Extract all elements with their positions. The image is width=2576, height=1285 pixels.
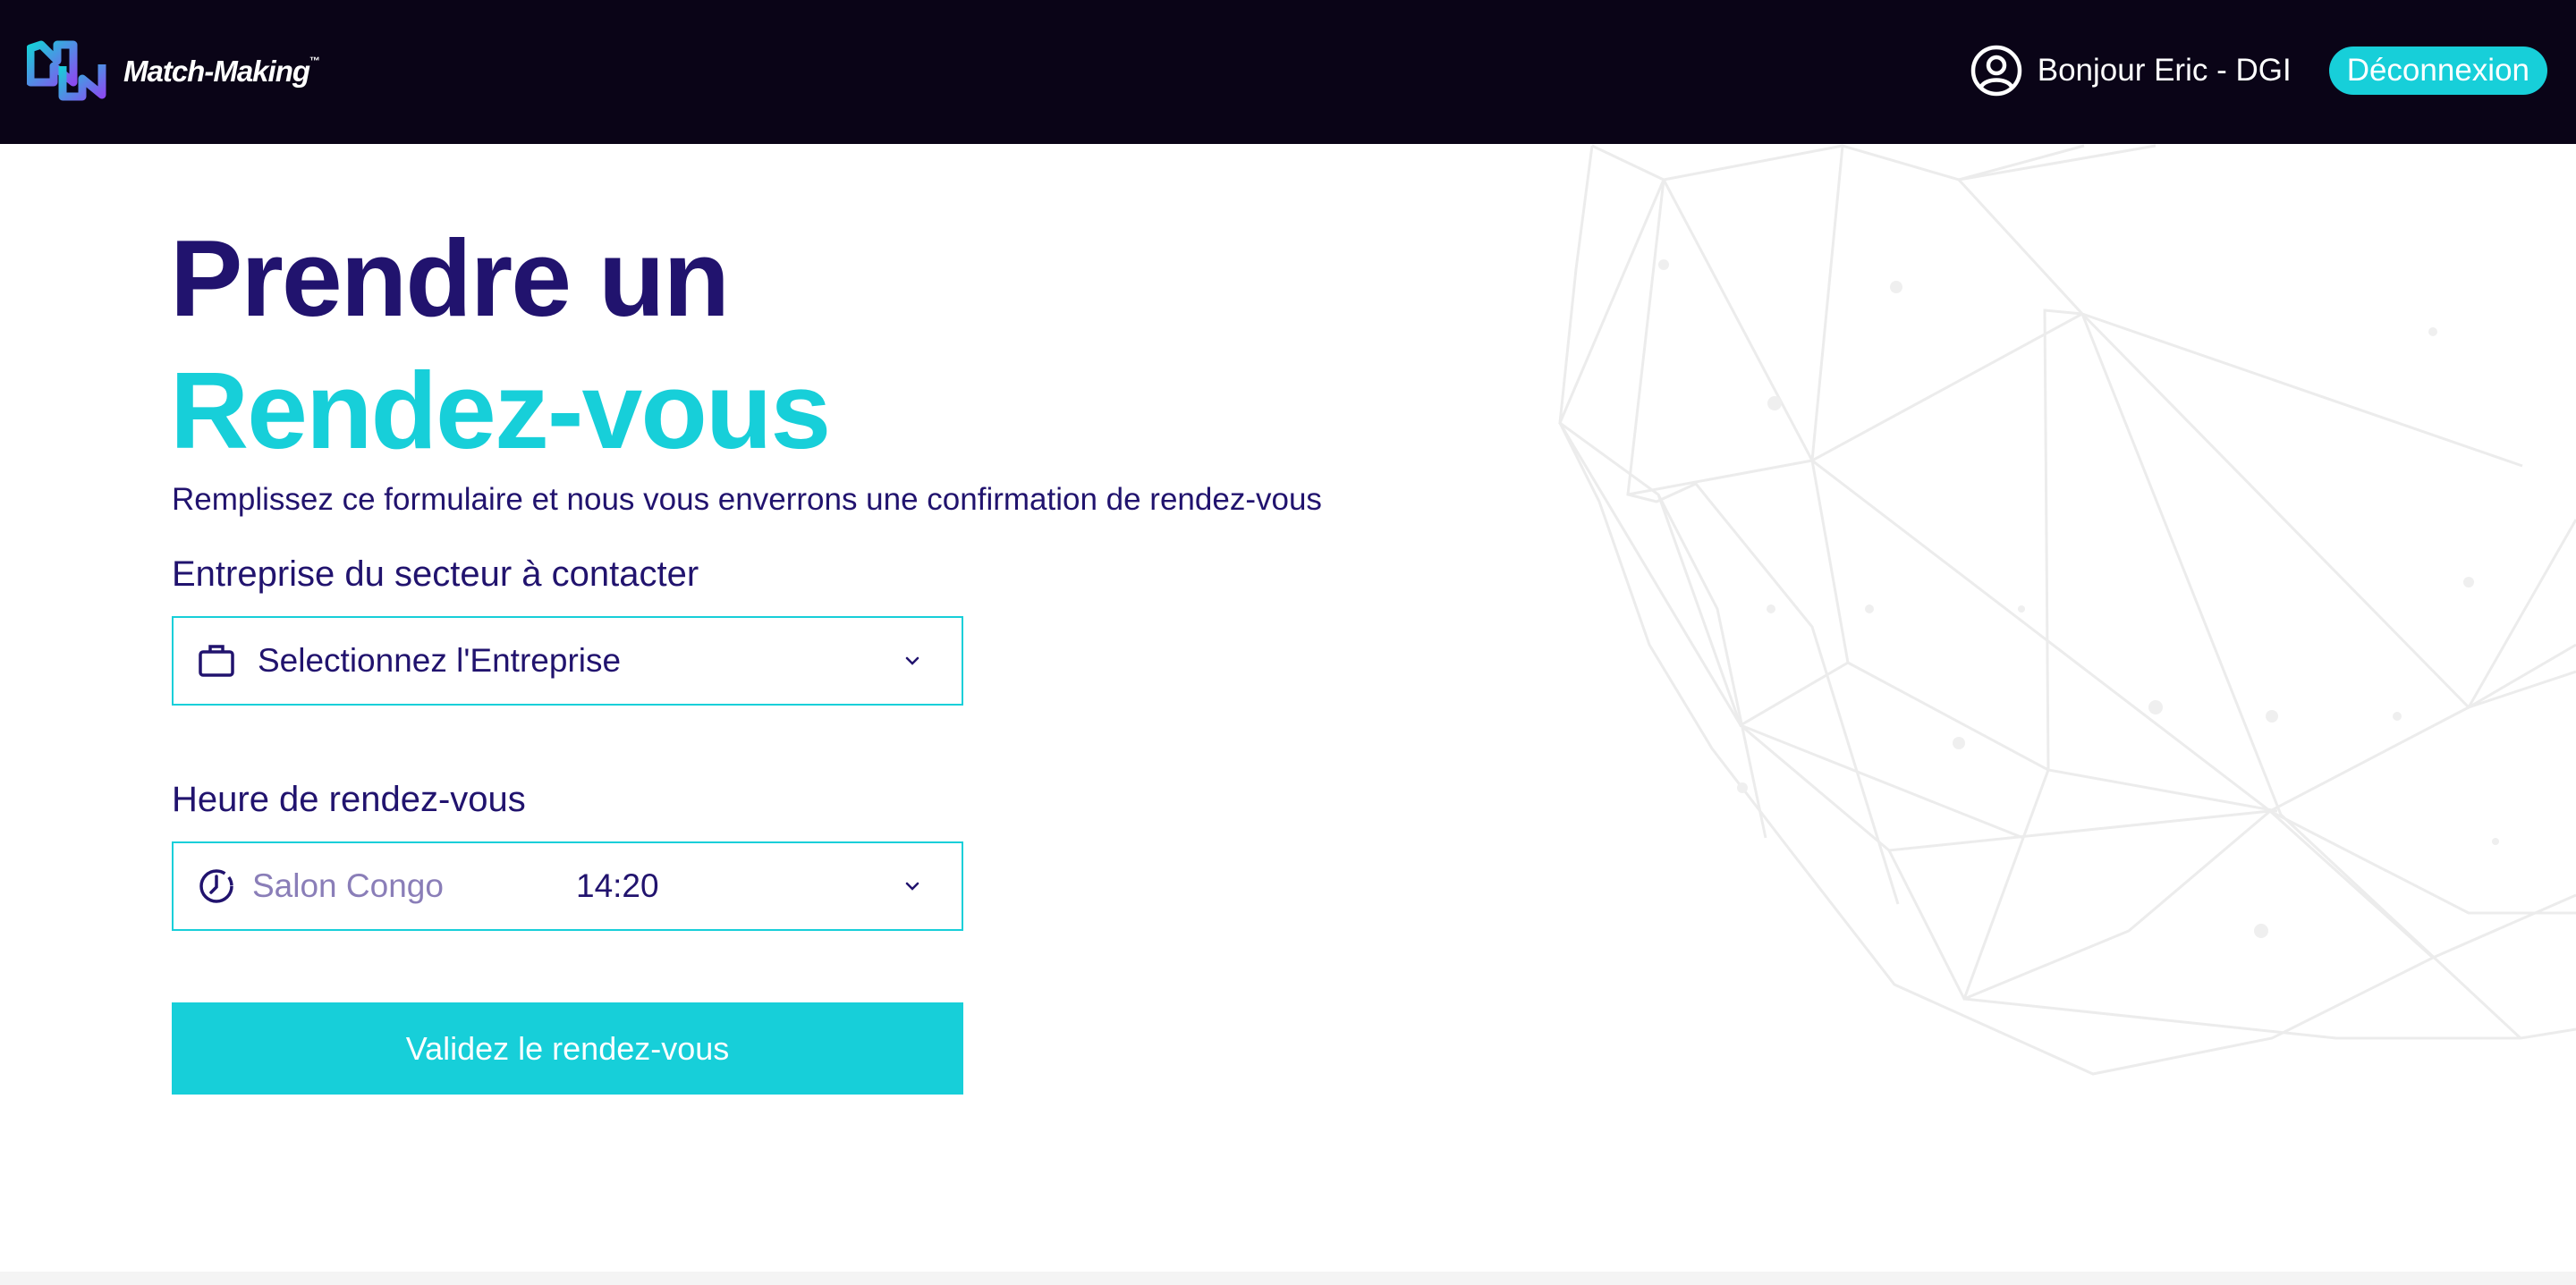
top-navigation-bar: Match-Making™ Bonjour Eric - DGI Déconne… (0, 0, 2576, 144)
page-title-line1: Prendre un (170, 217, 730, 339)
company-select-value: Selectionnez l'Entreprise (258, 642, 622, 679)
page-title-line2: Rendez-vous (170, 350, 831, 471)
time-select-value: 14:20 (576, 867, 659, 904)
submit-appointment-button[interactable]: Validez le rendez-vous (172, 1002, 963, 1095)
logout-button[interactable]: Déconnexion (2328, 46, 2547, 95)
page-subtitle: Remplissez ce formulaire et nous vous en… (172, 482, 1322, 517)
user-circle-icon[interactable] (1970, 44, 2023, 97)
chevron-down-icon (905, 656, 919, 665)
briefcase-icon (199, 645, 234, 677)
user-greeting: Bonjour Eric - DGI (2037, 53, 2292, 88)
time-field-label: Heure de rendez-vous (172, 780, 526, 819)
logo[interactable]: Match-Making™ (27, 36, 320, 104)
footer-divider (0, 1272, 2576, 1285)
logo-icon (27, 40, 106, 101)
company-select[interactable]: Selectionnez l'Entreprise (172, 616, 963, 706)
user-area: Bonjour Eric - DGI Déconnexion (1970, 39, 2547, 102)
globe-network-background (1558, 144, 2576, 1076)
company-field-label: Entreprise du secteur à contacter (172, 554, 699, 594)
clock-icon (199, 869, 233, 903)
logo-text: Match-Making™ (123, 55, 320, 88)
time-select[interactable]: Salon Congo 14:20 (172, 841, 963, 931)
time-select-location: Salon Congo (252, 867, 444, 904)
chevron-down-icon (905, 882, 919, 891)
